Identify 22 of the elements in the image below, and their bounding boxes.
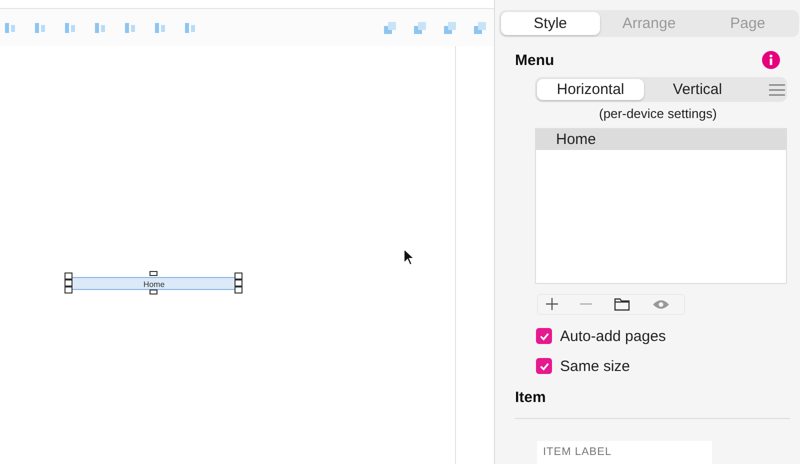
orientation-option[interactable]: Horizontal — [537, 79, 644, 100]
add-icon[interactable] — [546, 298, 558, 310]
checkbox[interactable] — [536, 328, 552, 344]
checkmark-icon — [538, 330, 550, 342]
info-icon[interactable] — [762, 51, 780, 69]
orientation-option[interactable]: Vertical — [644, 79, 751, 100]
inspector-tab[interactable]: Style — [501, 12, 600, 35]
remove-icon[interactable] — [580, 303, 592, 306]
resize-handles[interactable] — [64, 271, 244, 295]
settings-note: (per-device settings) — [599, 106, 718, 121]
item-label-field[interactable]: ITEM LABEL — [537, 440, 712, 464]
checkmark-icon — [538, 360, 550, 372]
cursor-icon — [403, 248, 415, 266]
menu-icon[interactable] — [769, 84, 785, 96]
section-title: Item — [515, 388, 546, 406]
checkbox-label: Auto-add pages — [560, 328, 666, 345]
eye-icon[interactable] — [652, 298, 670, 310]
checkbox[interactable] — [536, 358, 552, 374]
section-title: Menu — [515, 52, 554, 68]
folder-icon[interactable] — [614, 298, 630, 311]
menu-item[interactable]: Home — [536, 129, 786, 150]
checkbox-label: Same size — [560, 358, 630, 375]
